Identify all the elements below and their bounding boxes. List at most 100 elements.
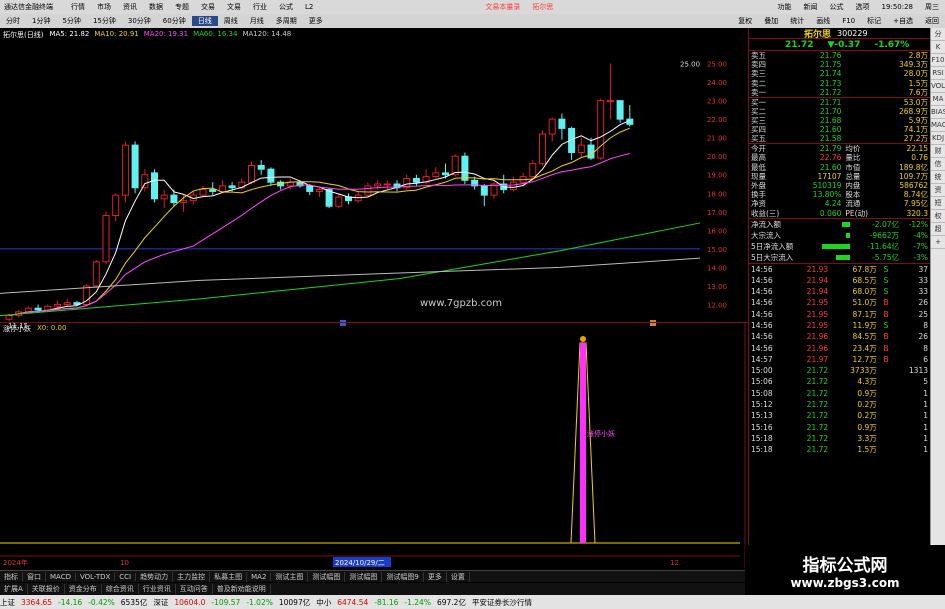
date-label: 10 xyxy=(120,559,129,567)
signal-dot xyxy=(580,336,586,342)
menu-notice[interactable]: 文易本量录 xyxy=(479,2,526,12)
cell: 21.79 xyxy=(819,144,842,154)
strip-button[interactable]: K xyxy=(931,41,945,54)
btn-biaoji[interactable]: 标记 xyxy=(861,16,887,26)
title-options[interactable]: 选项 xyxy=(850,2,876,12)
strip-button[interactable]: 财 xyxy=(931,145,945,158)
candle-body xyxy=(160,194,168,200)
period-30min[interactable]: 30分钟 xyxy=(122,16,157,26)
btn-diejia[interactable]: 叠加 xyxy=(758,16,784,26)
period-multi[interactable]: 多周期 xyxy=(270,16,303,26)
period-5min[interactable]: 5分钟 xyxy=(56,16,86,26)
strip-button[interactable]: 信 xyxy=(931,158,945,171)
kline-svg[interactable]: 25.00 24.00 23.00 22.00 21.00 20.00 19.00 18.00… xyxy=(0,38,740,328)
candle-body xyxy=(5,315,13,320)
btn-f10[interactable]: F10 xyxy=(836,17,861,25)
btn-fuquan[interactable]: 复权 xyxy=(732,16,758,26)
watermark-url: www.zbgs3.com xyxy=(790,575,900,590)
indicator-tab[interactable]: 设置 xyxy=(447,571,470,582)
indicator-tab[interactable]: 测试幅图 xyxy=(345,571,383,582)
indicator-tab[interactable]: 测试幅图 xyxy=(308,571,346,582)
ask-row: 卖二 21.73 1.5万 xyxy=(749,79,930,88)
cell: 53.0万 xyxy=(903,97,928,107)
menu-gongshi[interactable]: 公式 xyxy=(273,2,299,12)
strip-button[interactable]: F10 xyxy=(931,54,945,67)
strip-button[interactable]: MACD xyxy=(931,119,945,132)
strip-button[interactable]: 短 xyxy=(931,197,945,210)
strip-button[interactable]: BIAS xyxy=(931,106,945,119)
indicator-tab[interactable]: CCI xyxy=(115,572,137,581)
strip-button[interactable]: KDJ xyxy=(931,132,945,145)
cell: B xyxy=(883,332,889,342)
strip-button[interactable]: 权 xyxy=(931,210,945,223)
title-formula[interactable]: 公式 xyxy=(824,2,850,12)
indicator-tab[interactable]: 指标 xyxy=(0,571,23,582)
menu-hangqing[interactable]: 行情 xyxy=(65,2,91,12)
indicator-tab[interactable]: 测试幅图9 xyxy=(382,571,424,582)
btn-add-watch[interactable]: +自选 xyxy=(887,16,919,26)
period-1min[interactable]: 1分钟 xyxy=(26,16,56,26)
indicator-svg[interactable]: 1.000.900.810.700.600.500.400.300.200.10… xyxy=(0,323,748,568)
menu-jiaoyi[interactable]: 交易 xyxy=(195,2,221,12)
cell: 68.0万 xyxy=(852,287,877,297)
btn-tongji[interactable]: 统计 xyxy=(784,16,810,26)
menu-stock-name[interactable]: 拓尔思 xyxy=(526,2,559,12)
menu-zixun[interactable]: 资讯 xyxy=(117,2,143,12)
title-func[interactable]: 功能 xyxy=(772,2,798,12)
cell: 15:06 xyxy=(751,377,773,387)
strip-button[interactable]: 分 xyxy=(931,28,945,41)
cell: 13.80% xyxy=(812,190,842,200)
strip-button[interactable]: 统 xyxy=(931,171,945,184)
period-daily[interactable]: 日线 xyxy=(191,16,218,26)
indicator-tab[interactable]: 窗口 xyxy=(23,571,46,582)
cell: 1 xyxy=(923,411,928,421)
indicator-tab[interactable]: 更多 xyxy=(424,571,447,582)
info-tab[interactable]: 扩展A xyxy=(0,584,28,594)
indicator-tab[interactable]: MA2 xyxy=(247,572,272,581)
menu-l2[interactable]: L2 xyxy=(299,3,319,11)
cell xyxy=(879,421,894,432)
strip-button[interactable]: MA xyxy=(931,93,945,106)
strip-button[interactable]: RSI xyxy=(931,67,945,80)
status-item: 6535亿 xyxy=(120,597,148,607)
indicator-tab[interactable]: VOL-TDX xyxy=(76,572,116,581)
period-15min[interactable]: 15分钟 xyxy=(87,16,122,26)
btn-huaxian[interactable]: 画线 xyxy=(810,16,836,26)
info-tab[interactable]: 关联报价 xyxy=(28,584,65,594)
tick-table[interactable]: 14:56 21.93 67.8万 S 37 14:56 21.94 68.5万 S 33 14:5… xyxy=(749,262,930,456)
period-monthly[interactable]: 月线 xyxy=(244,16,270,26)
indicator-tab[interactable]: 趋势动力 xyxy=(136,571,174,582)
indicator-tab[interactable]: 测试主图 xyxy=(271,571,309,582)
strip-button[interactable]: 资 xyxy=(931,184,945,197)
period-more[interactable]: 更多 xyxy=(303,16,329,26)
indicator-tab[interactable]: 私募主图 xyxy=(210,571,248,582)
btn-back[interactable]: 返回 xyxy=(919,16,945,26)
indicator-pane[interactable]: 涨停小妖 X0: 0.00 1.000.900.810.700.600.500.… xyxy=(0,323,746,568)
info-tab[interactable]: 普及新劝能说明 xyxy=(213,584,271,594)
indicator-tab[interactable]: 主力监控 xyxy=(173,571,211,582)
stock-header: 拓尔思 300229 xyxy=(749,28,930,40)
info-tab[interactable]: 综合资讯 xyxy=(102,584,139,594)
menu-wenyi[interactable]: 文易 xyxy=(221,2,247,12)
strip-button[interactable]: VOL xyxy=(931,80,945,93)
indicator-tab[interactable]: MACD xyxy=(46,572,76,581)
info-tab[interactable]: 互动问答 xyxy=(176,584,213,594)
info-tab[interactable]: 资金分布 xyxy=(65,584,102,594)
info-tab[interactable]: 行业资讯 xyxy=(139,584,176,594)
menu-shichang[interactable]: 市场 xyxy=(91,2,117,12)
menu-shuju[interactable]: 数据 xyxy=(143,2,169,12)
strip-button[interactable]: 超 xyxy=(931,223,945,236)
cell: 买五 xyxy=(751,134,766,144)
period-weekly[interactable]: 周线 xyxy=(218,16,244,26)
period-60min[interactable]: 60分钟 xyxy=(157,16,192,26)
strip-button[interactable]: + xyxy=(931,236,945,249)
menu-hangye[interactable]: 行业 xyxy=(247,2,273,12)
title-news[interactable]: 新闻 xyxy=(798,2,824,12)
cell: B xyxy=(883,298,889,308)
cell: 卖五 xyxy=(751,51,766,61)
cell: 14:56 xyxy=(751,309,773,319)
title-bar: 通达信金融终端 行情 市场 资讯 数据 专题 交易 文易 行业 公式 L2 文易… xyxy=(0,0,945,14)
stat-row: 外盘 510319 内盘 586762 xyxy=(749,181,930,190)
period-fenshi[interactable]: 分时 xyxy=(0,16,26,26)
menu-zhuanti[interactable]: 专题 xyxy=(169,2,195,12)
